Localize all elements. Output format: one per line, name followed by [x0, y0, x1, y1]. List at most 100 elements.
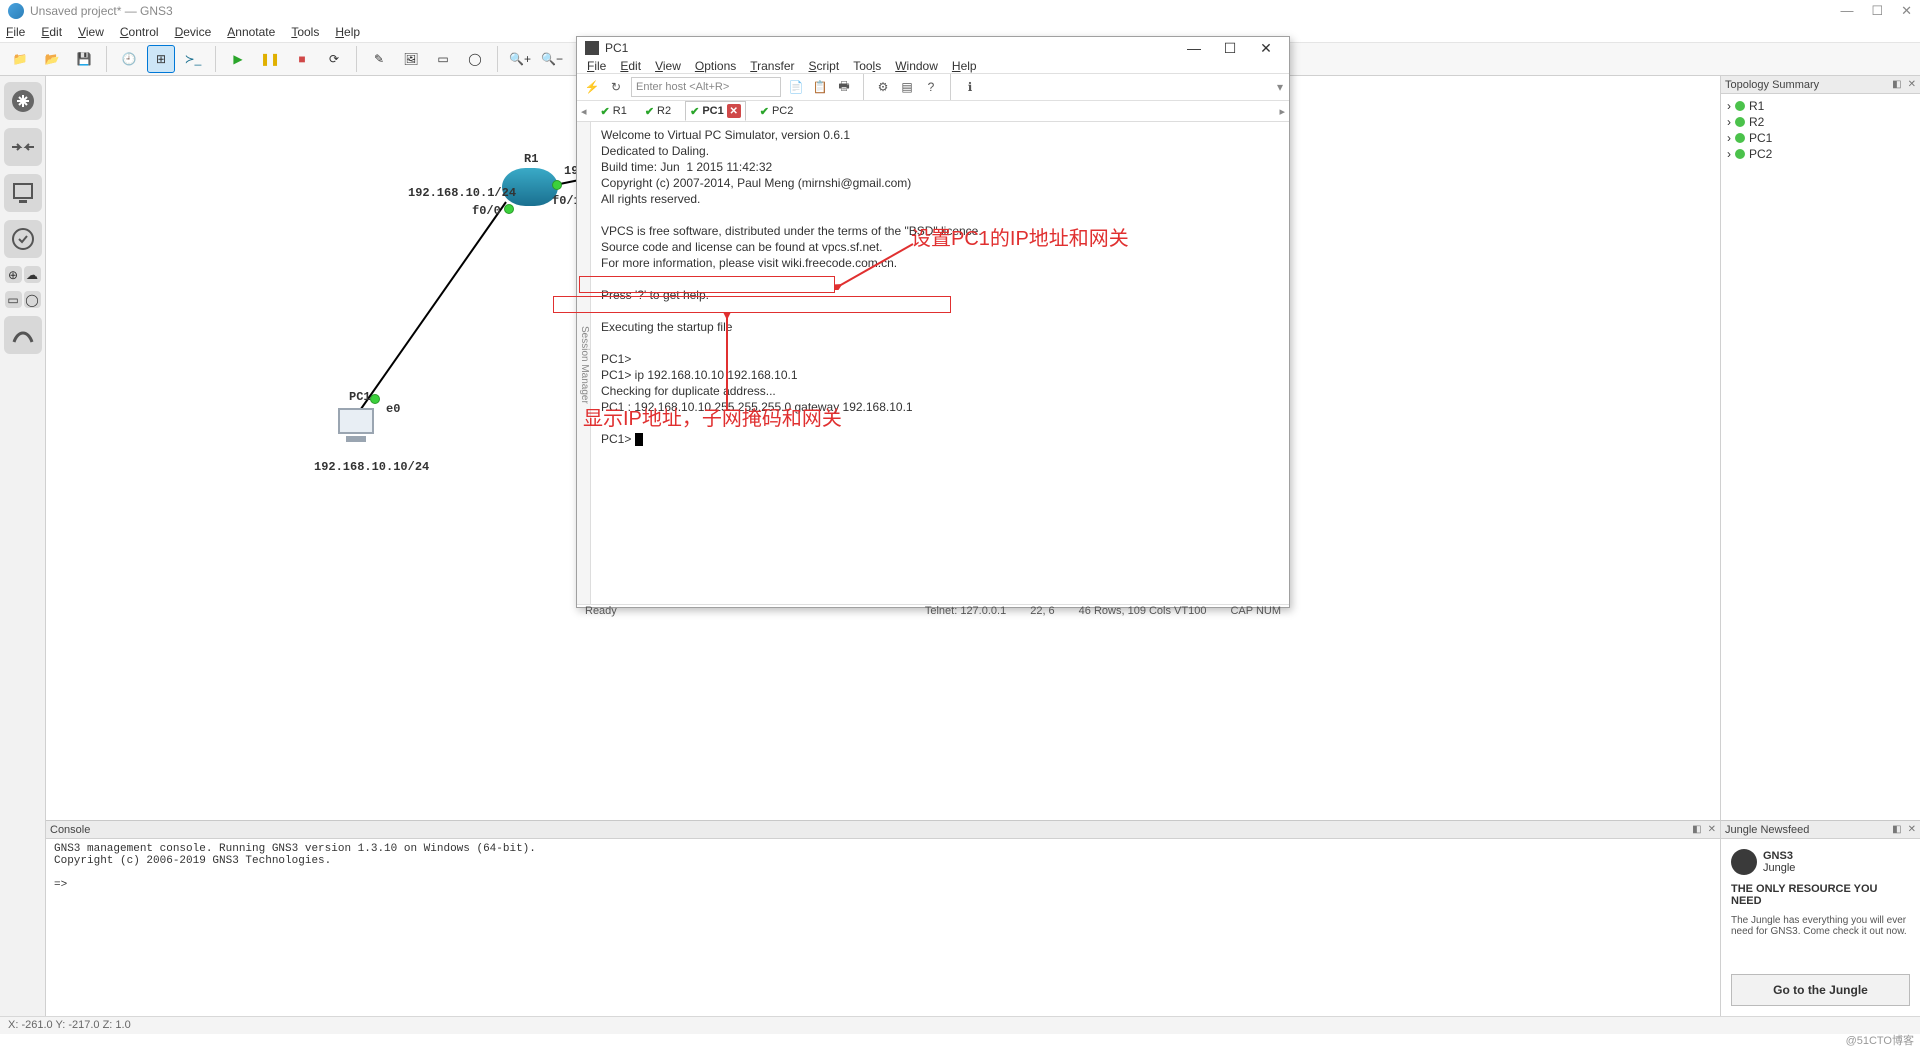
about-icon[interactable]: ℹ: [961, 78, 979, 96]
term-minimize-icon[interactable]: —: [1179, 37, 1209, 59]
tmenu-transfer[interactable]: Transfer: [750, 59, 794, 73]
host-input[interactable]: Enter host <Alt+R>: [631, 77, 781, 97]
tmenu-tools[interactable]: Tools: [853, 59, 881, 73]
topo-item-r2[interactable]: ›R2: [1727, 114, 1914, 130]
paste-icon[interactable]: 📋: [811, 78, 829, 96]
tmenu-view[interactable]: View: [655, 59, 681, 73]
snapshot-icon[interactable]: 🕘: [115, 45, 143, 73]
tab-scroll-left-icon[interactable]: ◂: [581, 105, 587, 118]
terminal-window[interactable]: PC1 — ☐ ✕ File Edit View Options Transfe…: [576, 36, 1290, 608]
menu-tools[interactable]: Tools: [291, 25, 319, 39]
find-icon[interactable]: ?: [922, 78, 940, 96]
jungle-brand: GNS3: [1763, 850, 1793, 862]
routers-icon[interactable]: [4, 82, 42, 120]
note-icon[interactable]: ✎: [365, 45, 393, 73]
zoom-in-icon[interactable]: 🔍+: [506, 45, 534, 73]
tab-pc2[interactable]: ✔PC2: [756, 103, 798, 120]
image-icon[interactable]: 🖼: [397, 45, 425, 73]
menu-view[interactable]: View: [78, 25, 104, 39]
toolbar-overflow-icon[interactable]: ▾: [1277, 80, 1283, 94]
ellipse-icon[interactable]: ◯: [461, 45, 489, 73]
status-connection: Telnet: 127.0.0.1: [925, 605, 1006, 617]
open-project-icon[interactable]: 📂: [38, 45, 66, 73]
session-options-icon[interactable]: ▤: [898, 78, 916, 96]
topo-item-pc2[interactable]: ›PC2: [1727, 146, 1914, 162]
terminal-statusbar: Ready Telnet: 127.0.0.1 22, 6 46 Rows, 1…: [577, 604, 1289, 617]
pc1-addr-label: 192.168.10.10/24: [314, 460, 429, 474]
main-titlebar: Unsaved project* — GNS3 — ☐ ✕: [0, 0, 1920, 22]
undock-icon[interactable]: ◧: [1892, 79, 1901, 90]
minimize-icon[interactable]: —: [1840, 3, 1853, 19]
rect-icon[interactable]: ▭: [429, 45, 457, 73]
start-icon[interactable]: ▶: [224, 45, 252, 73]
zoom-out-icon[interactable]: 🔍−: [538, 45, 566, 73]
menu-control[interactable]: Control: [120, 25, 159, 39]
close-icon[interactable]: ✕: [1901, 3, 1912, 19]
app-logo-icon: [8, 3, 24, 19]
save-project-icon[interactable]: 💾: [70, 45, 98, 73]
stop-icon[interactable]: ■: [288, 45, 316, 73]
monitor-small-icon[interactable]: ▭: [5, 291, 22, 308]
menu-help[interactable]: Help: [335, 25, 360, 39]
copy-icon[interactable]: 📄: [787, 78, 805, 96]
tab-r1[interactable]: ✔R1: [597, 103, 631, 120]
pc-icon[interactable]: [336, 408, 376, 448]
menu-annotate[interactable]: Annotate: [227, 25, 275, 39]
tab-pc1[interactable]: ✔PC1✕: [685, 101, 746, 121]
cloud-icon[interactable]: ☁: [24, 266, 41, 283]
link-dot-icon: [552, 180, 562, 190]
status-caps: CAP NUM: [1230, 605, 1281, 617]
tmenu-window[interactable]: Window: [895, 59, 938, 73]
main-statusbar: X: -261.0 Y: -217.0 Z: 1.0: [0, 1016, 1920, 1034]
tmenu-edit[interactable]: Edit: [620, 59, 641, 73]
session-manager-tab[interactable]: Session Manager: [577, 122, 591, 604]
topo-item-pc1[interactable]: ›PC1: [1727, 130, 1914, 146]
console-panel: Console ◧ ✕ GNS3 management console. Runni…: [46, 820, 1720, 1016]
show-interfaces-icon[interactable]: ⊞: [147, 45, 175, 73]
tmenu-options[interactable]: Options: [695, 59, 736, 73]
tmenu-script[interactable]: Script: [809, 59, 840, 73]
tab-r2[interactable]: ✔R2: [641, 103, 675, 120]
term-close-icon[interactable]: ✕: [1251, 37, 1281, 59]
tmenu-help[interactable]: Help: [952, 59, 977, 73]
circle-small-icon[interactable]: ◯: [24, 291, 41, 308]
terminal-menubar: File Edit View Options Transfer Script T…: [577, 59, 1289, 73]
new-project-icon[interactable]: 📁: [6, 45, 34, 73]
all-devices-icon[interactable]: ⊕: [5, 266, 22, 283]
quick-connect-icon[interactable]: ⚡: [583, 78, 601, 96]
terminal-output[interactable]: Welcome to Virtual PC Simulator, version…: [591, 122, 1289, 604]
console-title: Console: [50, 824, 90, 836]
tmenu-file[interactable]: File: [587, 59, 606, 73]
menu-device[interactable]: Device: [175, 25, 212, 39]
end-devices-icon[interactable]: [4, 174, 42, 212]
window-title: Unsaved project* — GNS3: [30, 4, 173, 18]
go-to-jungle-button[interactable]: Go to the Jungle: [1731, 974, 1910, 1006]
close-panel-icon[interactable]: ✕: [1708, 824, 1716, 835]
annotation-bottom: 显示IP地址，子网掩码和网关: [583, 412, 842, 427]
undock-icon[interactable]: ◧: [1692, 824, 1701, 835]
term-maximize-icon[interactable]: ☐: [1215, 37, 1245, 59]
print-icon[interactable]: 🖶: [835, 78, 853, 96]
terminal-app-icon: [585, 41, 599, 55]
settings-icon[interactable]: ⚙: [874, 78, 892, 96]
topology-summary-header: Topology Summary ◧✕: [1721, 76, 1920, 94]
console-icon[interactable]: ≻_: [179, 45, 207, 73]
pause-icon[interactable]: ❚❚: [256, 45, 284, 73]
menu-edit[interactable]: Edit: [41, 25, 62, 39]
link-icon[interactable]: [4, 316, 42, 354]
tab-close-icon[interactable]: ✕: [727, 104, 741, 118]
close-panel-icon[interactable]: ✕: [1908, 79, 1916, 90]
reconnect-icon[interactable]: ↻: [607, 78, 625, 96]
reload-icon[interactable]: ⟳: [320, 45, 348, 73]
switches-icon[interactable]: [4, 128, 42, 166]
maximize-icon[interactable]: ☐: [1871, 3, 1883, 19]
pc1-label: PC1: [349, 390, 371, 404]
console-output[interactable]: GNS3 management console. Running GNS3 ve…: [46, 839, 1720, 1016]
close-panel-icon[interactable]: ✕: [1908, 824, 1916, 835]
terminal-titlebar[interactable]: PC1 — ☐ ✕: [577, 37, 1289, 59]
tab-scroll-right-icon[interactable]: ▸: [1279, 105, 1285, 118]
menu-file[interactable]: File: [6, 25, 25, 39]
topo-item-r1[interactable]: ›R1: [1727, 98, 1914, 114]
security-devices-icon[interactable]: [4, 220, 42, 258]
undock-icon[interactable]: ◧: [1892, 824, 1901, 835]
